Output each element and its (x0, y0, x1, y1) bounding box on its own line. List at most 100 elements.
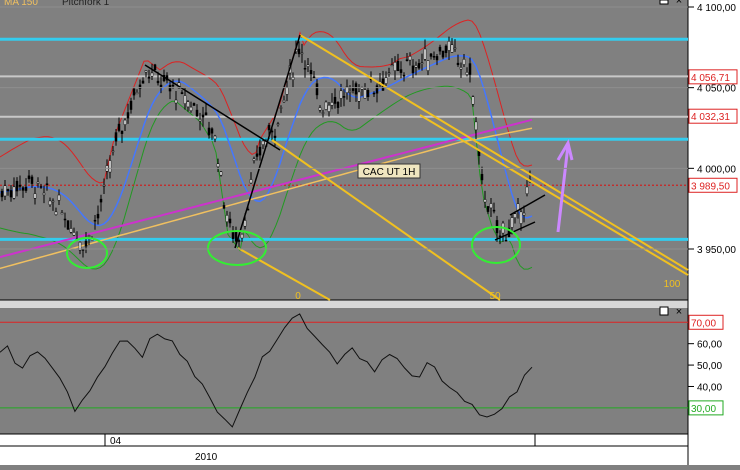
candle-body (42, 192, 46, 196)
oscillator-panel (0, 308, 688, 434)
candle-body (321, 112, 325, 114)
candle-body (54, 211, 58, 216)
candle-body (60, 212, 64, 215)
candle-body (453, 47, 457, 50)
candle-body (312, 76, 316, 79)
candle-body (330, 102, 334, 106)
candle-body (387, 72, 391, 74)
candle-body (351, 87, 355, 91)
candle-body (348, 91, 352, 93)
candle-body (423, 48, 427, 60)
candle-body (432, 56, 436, 58)
candle-body (339, 90, 343, 99)
candle-body (405, 59, 409, 61)
candle-body (240, 233, 244, 239)
candle-body (96, 213, 100, 219)
candle-body (3, 185, 7, 197)
candle-body (171, 84, 175, 87)
candle-body (84, 240, 88, 247)
candle-body (285, 87, 289, 95)
candle-body (114, 132, 118, 142)
candle-body (441, 50, 445, 58)
close-icon[interactable]: × (676, 306, 682, 318)
candle-body (486, 206, 490, 212)
candle-body (72, 232, 76, 236)
candle-body (282, 99, 286, 103)
price-tick-label: 3 950,00 (697, 245, 736, 256)
candle-body (462, 59, 466, 65)
candle-body (198, 119, 202, 122)
candle-body (267, 124, 271, 131)
oscillator-tick-label: 40,00 (697, 382, 722, 393)
candle-body (309, 70, 313, 75)
candle-body (297, 48, 301, 55)
candle-body (261, 140, 265, 145)
ma-legend: MA 150 (4, 0, 38, 8)
candle-body (0, 190, 4, 198)
candle-body (63, 218, 67, 221)
candle-body (411, 65, 415, 74)
candle-body (252, 158, 256, 161)
candle-body (489, 203, 493, 209)
candle-body (30, 176, 34, 184)
candle-body (36, 181, 40, 184)
candle-body (513, 213, 517, 218)
candle-body (435, 56, 439, 61)
candle-body (420, 62, 424, 64)
candle-body (393, 61, 397, 71)
candle-body (465, 72, 469, 75)
candle-body (456, 62, 460, 65)
candle-body (336, 102, 340, 108)
chart-window: 0 50 100 4 100,00 4 050,00 4 000,00 3 950,00 4… (0, 0, 740, 465)
candle-body (132, 88, 136, 96)
candle-body (117, 123, 121, 131)
candle-body (45, 183, 49, 185)
candle-body (57, 194, 61, 201)
candle-body (396, 60, 400, 72)
candle-body (438, 46, 442, 52)
candle-body (39, 186, 43, 188)
price-tick-label: 4 100,00 (697, 3, 736, 14)
candle-body (366, 90, 370, 98)
candle-body (402, 74, 406, 77)
candle-body (69, 228, 73, 233)
price-marker-label: 4 032,31 (691, 112, 730, 123)
candle-body (273, 135, 277, 138)
oscillator-header (0, 300, 688, 308)
time-label-04: 04 (110, 436, 122, 447)
time-axis (0, 434, 688, 465)
candle-body (417, 63, 421, 69)
candle-body (300, 52, 304, 55)
maximize-icon-top[interactable] (659, 0, 669, 5)
candle-body (306, 64, 310, 67)
maximize-icon[interactable] (659, 306, 669, 316)
oscillator-tick-label: 50,00 (697, 361, 722, 372)
candle-body (333, 96, 337, 104)
candle-body (354, 83, 358, 95)
candle-body (228, 218, 232, 224)
candle-body (99, 198, 103, 203)
candle-body (249, 179, 253, 184)
candle-body (153, 64, 157, 71)
candle-body (159, 84, 163, 88)
candle-body (483, 199, 487, 203)
chart-canvas: 0 50 100 4 100,00 4 050,00 4 000,00 3 950,00 4… (0, 0, 740, 465)
candle-body (147, 76, 151, 79)
pitchfork-label: 100 (664, 279, 681, 290)
candle-body (276, 123, 280, 125)
candle-body (168, 85, 172, 92)
candle-body (444, 45, 448, 53)
candle-body (468, 63, 472, 75)
candle-body (201, 114, 205, 118)
candle-body (51, 200, 55, 203)
price-tick-label: 4 000,00 (697, 164, 736, 175)
candle-body (504, 239, 508, 242)
price-marker-label: 3 989,50 (691, 181, 730, 192)
candle-body (123, 119, 127, 125)
pitchfork-legend: Pitchfork 1 (62, 0, 110, 8)
candle-body (174, 99, 178, 104)
candle-body (447, 41, 451, 51)
candle-body (183, 95, 187, 104)
candle-body (318, 107, 322, 111)
close-icon-top[interactable]: × (676, 0, 682, 7)
